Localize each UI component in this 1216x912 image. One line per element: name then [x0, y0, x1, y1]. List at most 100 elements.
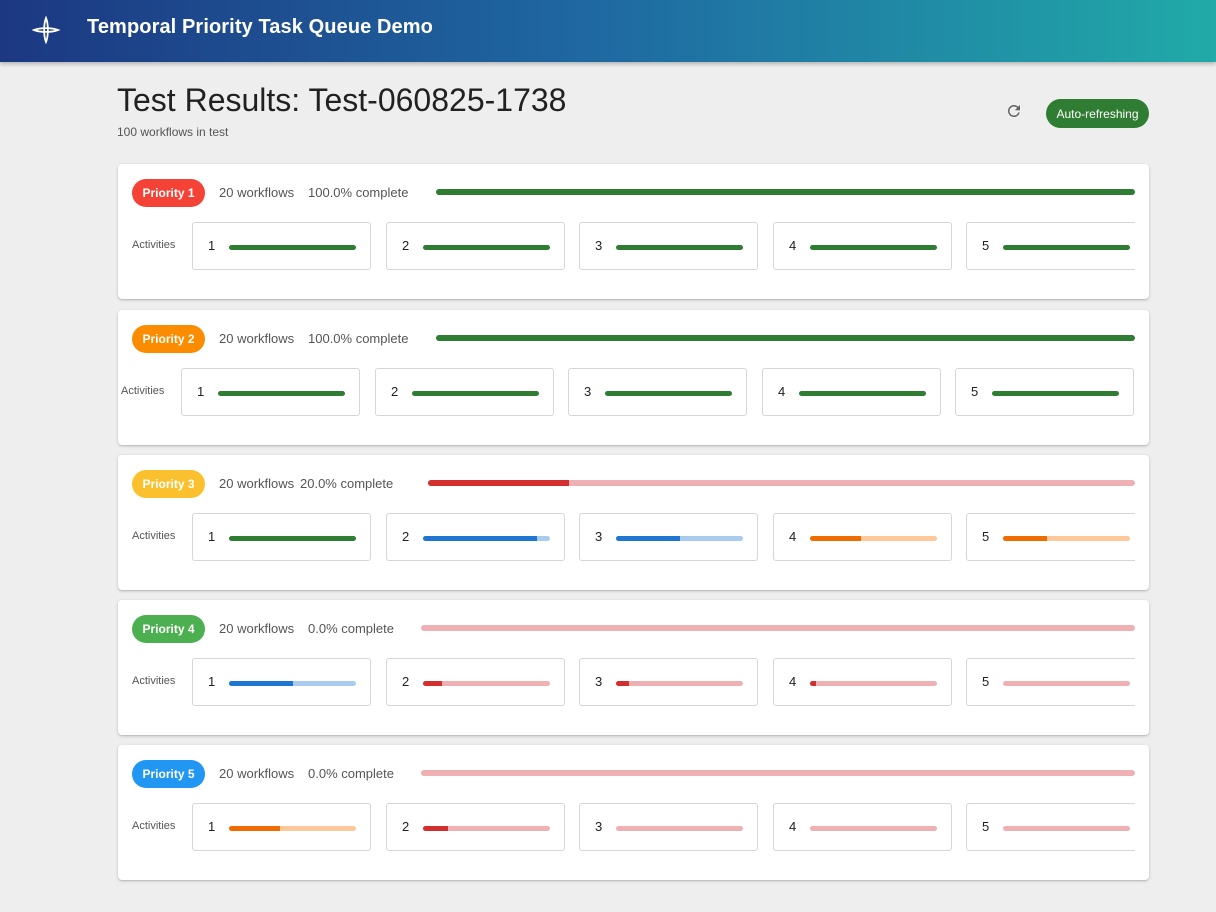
activity-number: 5: [982, 238, 990, 253]
activity-progress-bar: [799, 391, 926, 396]
priority-progress-fill: [436, 189, 1135, 195]
activity-number: 5: [971, 384, 979, 399]
activity-progress-fill: [423, 245, 550, 250]
activity-box: 4: [762, 368, 941, 416]
app-title: Temporal Priority Task Queue Demo: [87, 16, 433, 38]
activity-progress-bar: [423, 826, 550, 831]
activity-box: 1: [192, 222, 371, 270]
activity-box: 3: [579, 513, 758, 561]
activity-number: 4: [789, 819, 797, 834]
activity-box: 1: [192, 513, 371, 561]
activity-progress-bar: [605, 391, 732, 396]
completion-percent: 100.0% complete: [308, 185, 409, 200]
priority-progress-bar: [421, 770, 1135, 776]
activity-progress-bar: [616, 826, 743, 831]
priority-progress-fill: [428, 480, 570, 486]
activity-box: 2: [375, 368, 554, 416]
activities-row: Activities 1 2 3 4 5: [118, 803, 1135, 851]
activity-number: 1: [208, 674, 216, 689]
activity-box: 3: [579, 658, 758, 706]
activity-number: 3: [595, 529, 603, 544]
activity-progress-bar: [423, 536, 550, 541]
activity-box: 3: [568, 368, 747, 416]
priority-card: Priority 5 20 workflows 0.0% complete Activ…: [118, 745, 1149, 880]
app-bar: Temporal Priority Task Queue Demo: [0, 0, 1216, 62]
activity-progress-bar: [1003, 245, 1130, 250]
activity-progress-bar: [810, 826, 937, 831]
activity-progress-fill: [218, 391, 345, 396]
activity-number: 1: [197, 384, 205, 399]
activity-progress-bar: [229, 826, 356, 831]
activity-progress-fill: [1003, 536, 1048, 541]
refresh-icon: [1005, 102, 1023, 125]
activity-box: 4: [773, 222, 952, 270]
activity-progress-fill: [423, 826, 449, 831]
activity-box: 3: [579, 803, 758, 851]
activity-number: 2: [402, 529, 410, 544]
activity-progress-bar: [229, 681, 356, 686]
priority-card: Priority 4 20 workflows 0.0% complete Activ…: [118, 600, 1149, 735]
activities-label: Activities: [132, 675, 176, 687]
activities-row: Activities 1 2 3 4 5: [118, 222, 1135, 270]
workflow-count: 20 workflows: [219, 621, 295, 636]
priority-card: Priority 1 20 workflows 100.0% complete Act…: [118, 164, 1149, 299]
page-title: Test Results: Test-060825-1738: [117, 82, 567, 118]
auto-refresh-badge[interactable]: Auto-refreshing: [1046, 99, 1149, 128]
activity-progress-fill: [810, 536, 861, 541]
activity-box: 2: [386, 803, 565, 851]
activity-progress-fill: [1003, 245, 1130, 250]
activities-row: Activities 1 2 3 4 5: [118, 658, 1135, 706]
activity-box: 5: [966, 658, 1135, 706]
activity-progress-bar: [1003, 536, 1130, 541]
activity-number: 4: [789, 238, 797, 253]
activity-progress-fill: [229, 536, 356, 541]
completion-percent: 100.0% complete: [308, 331, 409, 346]
activity-box: 4: [773, 658, 952, 706]
activity-number: 4: [789, 674, 797, 689]
activity-number: 2: [402, 819, 410, 834]
activity-progress-bar: [423, 681, 550, 686]
activities-label: Activities: [121, 385, 165, 397]
priority-progress-fill: [436, 335, 1135, 341]
priority-card: Priority 2 20 workflows 100.0% complete Act…: [118, 310, 1149, 445]
activity-number: 2: [391, 384, 399, 399]
workflow-count: 20 workflows: [219, 766, 295, 781]
activity-progress-fill: [810, 681, 817, 686]
activity-box: 2: [386, 513, 565, 561]
activity-number: 4: [778, 384, 786, 399]
priority-chip: Priority 3: [132, 470, 205, 498]
activity-progress-bar: [229, 245, 356, 250]
activity-progress-bar: [229, 536, 356, 541]
activities-row: Activities 1 2 3 4 5: [118, 368, 1135, 416]
priority-progress-bar: [436, 335, 1135, 341]
priority-chip: Priority 4: [132, 615, 205, 643]
activity-progress-bar: [1003, 826, 1130, 831]
activity-progress-fill: [810, 245, 937, 250]
activity-progress-fill: [412, 391, 539, 396]
activity-progress-bar: [423, 245, 550, 250]
priority-chip: Priority 2: [132, 325, 205, 353]
activity-number: 5: [982, 529, 990, 544]
activity-progress-fill: [229, 245, 356, 250]
activity-progress-fill: [616, 681, 629, 686]
workflow-count: 20 workflows: [219, 476, 295, 491]
activity-number: 1: [208, 819, 216, 834]
refresh-button[interactable]: [1000, 99, 1028, 127]
activity-progress-fill: [616, 245, 743, 250]
priority-chip: Priority 5: [132, 760, 205, 788]
activity-progress-bar: [218, 391, 345, 396]
activity-progress-bar: [616, 536, 743, 541]
activity-number: 2: [402, 238, 410, 253]
activity-progress-fill: [799, 391, 926, 396]
activity-number: 5: [982, 819, 990, 834]
activity-progress-bar: [616, 245, 743, 250]
activity-number: 3: [595, 674, 603, 689]
activity-progress-bar: [616, 681, 743, 686]
activity-box: 1: [181, 368, 360, 416]
priority-chip: Priority 1: [132, 179, 205, 207]
completion-percent: 0.0% complete: [308, 766, 394, 781]
activity-box: 4: [773, 513, 952, 561]
activity-box: 5: [955, 368, 1134, 416]
activity-progress-fill: [229, 681, 293, 686]
activity-box: 1: [192, 803, 371, 851]
